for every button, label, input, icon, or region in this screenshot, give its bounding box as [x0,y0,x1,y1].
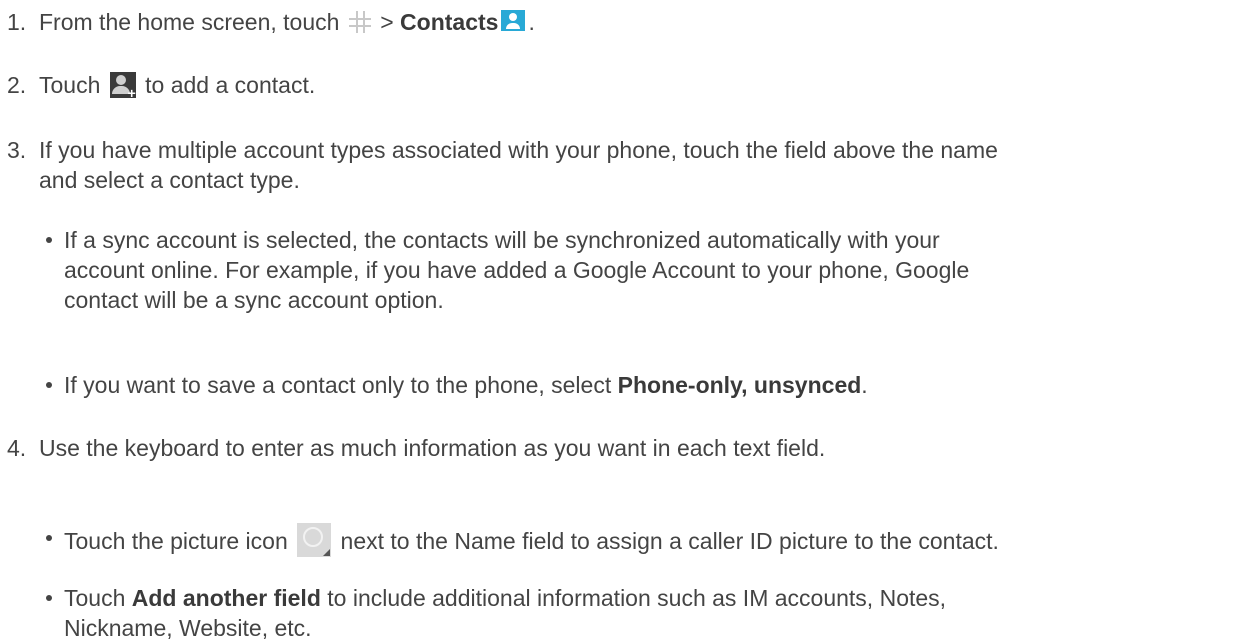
step-3-bullet-2: If you want to save a contact only to th… [42,370,868,400]
apps-grid-icon [348,11,371,33]
step-number: 3. [7,137,27,163]
step-number: 4. [7,435,27,461]
bullet-dot [42,370,64,400]
add-contact-icon: + [109,72,136,100]
bullet-text: contact will be a sync account option. [64,287,444,313]
step-text: . [528,9,535,35]
bullet-text: If a sync account is selected, the conta… [64,227,940,253]
step-text: > [373,9,401,35]
bullet-text: If you want to save a contact only to th… [64,372,618,398]
contacts-label: Contacts [400,9,499,35]
step-3-bullet-1: If a sync account is selected, the conta… [42,225,969,315]
picture-icon [297,523,332,557]
step-4-bullet-2: Touch Add another field to include addit… [42,583,946,643]
step-text: Touch [39,72,107,98]
phone-only-option: Phone-only, unsynced [617,372,862,398]
bullet-text: next to the Name field to assign a calle… [334,528,999,554]
step-1: 1. From the home screen, touch > Contact… [7,7,535,37]
add-another-field-label: Add another field [131,585,321,611]
step-4: 4. Use the keyboard to enter as much inf… [7,433,825,463]
step-text: If you have multiple account types assoc… [39,137,998,163]
step-text: to add a contact. [138,72,316,98]
bullet-dot [42,523,64,557]
bullet-text: Touch the picture icon [64,528,295,554]
step-number: 1. [7,9,27,35]
step-4-bullet-1: Touch the picture icon next to the Name … [42,523,999,557]
bullet-text: . [861,372,868,398]
bullet-text: account online. For example, if you have… [64,257,970,283]
step-text: From the home screen, touch [39,9,346,35]
bullet-text: Touch [64,585,132,611]
bullet-dot [42,225,64,315]
step-number: 2. [7,72,27,98]
step-text: and select a contact type. [39,167,300,193]
step-text: Use the keyboard to enter as much inform… [39,435,826,461]
bullet-dot [42,583,64,643]
step-3: 3. If you have multiple account types as… [7,135,998,195]
contacts-app-icon [501,10,526,34]
bullet-text: Nickname, Website, etc. [64,615,312,641]
step-2: 2. Touch + to add a contact. [7,70,315,100]
bullet-text: to include additional information such a… [320,585,947,611]
